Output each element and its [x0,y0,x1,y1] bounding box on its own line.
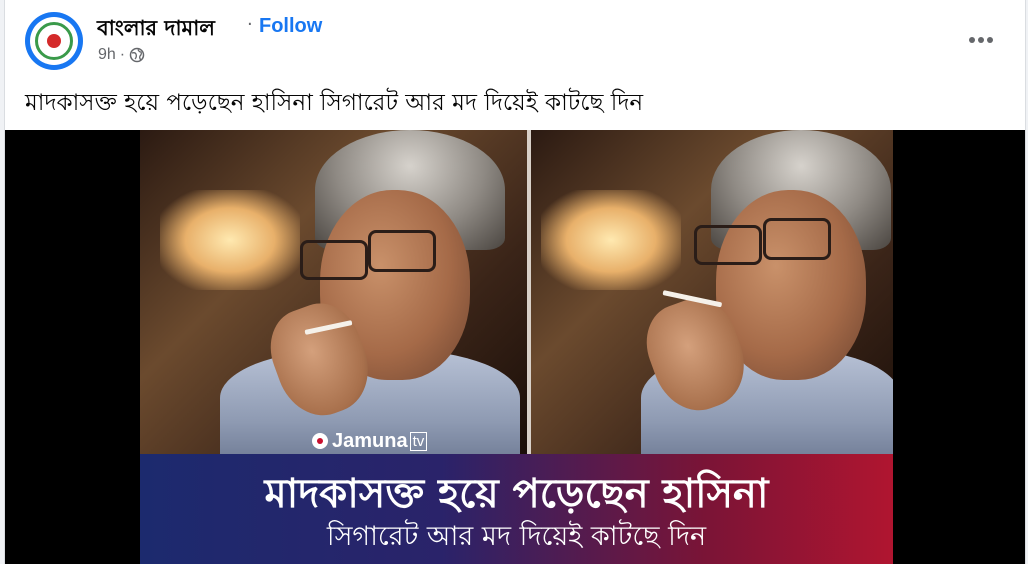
post-media[interactable]: Jamuna tv মাদকাসক্ত হয়ে পড়েছেন হাসিনা … [5,130,1025,564]
globe-icon [129,47,145,63]
jamuna-tv-logo: Jamuna tv [312,428,428,454]
post-photo: Jamuna tv মাদকাসক্ত হয়ে পড়েছেন হাসিনা … [140,130,893,564]
feed-post: বাংলার দামাল · Follow 9h · মাদকাসক্ত হয়… [4,0,1026,564]
post-caption: মাদকাসক্ত হয়ে পড়েছেন হাসিনা সিগারেট আর… [25,90,644,116]
jamuna-logo-icon [312,433,328,449]
meta-separator: · [119,46,126,63]
banner-subheadline: সিগারেট আর মদ দিয়েই কাটছে দিন [326,521,707,552]
post-timestamp[interactable]: 9h [98,46,116,64]
logo-tv-text: tv [409,431,428,451]
follow-button[interactable]: Follow [259,15,322,38]
avatar-ring [35,22,73,60]
page-name-link[interactable]: বাংলার দামাল [97,12,215,47]
avatar-logo [30,17,78,65]
logo-text: Jamuna [332,429,408,452]
name-separator: · [247,14,253,35]
headline-banner: মাদকাসক্ত হয়ে পড়েছেন হাসিনা সিগারেট আর… [140,454,893,564]
avatar-dot [47,34,61,48]
photo-panel-right [531,130,893,454]
more-options-icon[interactable] [963,26,999,54]
post-meta: 9h · [98,46,145,64]
page-avatar[interactable] [25,12,83,70]
photo-panel-left [140,130,527,454]
